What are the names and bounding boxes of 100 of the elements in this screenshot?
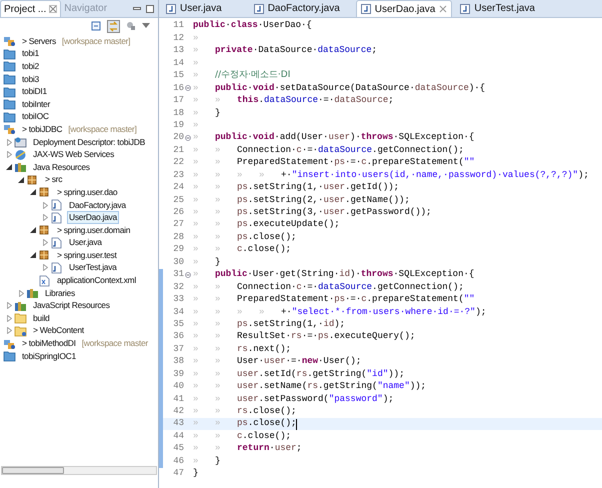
line-number: 22 — [172, 156, 184, 170]
collapsed-arrow-icon[interactable] — [6, 327, 12, 334]
tree-item[interactable]: tobiIOC — [20, 110, 51, 124]
close-icon[interactable] — [439, 5, 448, 13]
editor-tab[interactable]: UserTest.java — [456, 0, 539, 17]
tree-item[interactable]: JAX-WS Web Services — [31, 148, 116, 162]
folder-icon — [3, 86, 16, 98]
expanded-arrow-icon[interactable] — [18, 176, 24, 183]
books-icon — [14, 300, 27, 312]
folder-icon — [3, 48, 16, 60]
code-line: » » PreparedStatement·ps·=·c.prepareStatement("" — [193, 293, 475, 306]
link-editor-icon[interactable] — [107, 20, 120, 32]
tree-item[interactable]: > src — [43, 173, 64, 186]
tree-item[interactable]: DaoFactory.java — [67, 198, 128, 212]
code-line: » — [193, 118, 200, 132]
collapsed-arrow-icon[interactable] — [42, 264, 48, 272]
git-status: [workspace master] — [68, 124, 137, 135]
view-menu-icon[interactable] — [142, 23, 150, 29]
line-number: 18 — [172, 106, 184, 120]
collapsed-arrow-icon[interactable] — [42, 214, 48, 222]
code-line: » » rs.close(); — [193, 405, 296, 418]
tree-item[interactable]: Java Resources — [31, 160, 92, 174]
line-number: 41 — [172, 392, 184, 406]
fold-icon[interactable] — [185, 135, 191, 142]
line-number: 31 — [172, 268, 184, 282]
tree-item[interactable]: > tobiMethodDI — [20, 337, 78, 350]
tree-item[interactable]: tobiDI1 — [20, 85, 49, 98]
line-number: 40 — [172, 380, 184, 394]
folder-icon — [3, 73, 16, 86]
editor-tab[interactable]: DaoFactory.java — [250, 0, 352, 17]
descriptor-icon — [14, 136, 27, 148]
view-tab[interactable]: Project ... — [0, 0, 62, 17]
collapsed-arrow-icon[interactable] — [18, 290, 24, 297]
line-number: 38 — [172, 355, 184, 368]
code-line: » private·DataSource·dataSource; — [193, 44, 378, 58]
line-number: 36 — [172, 330, 184, 344]
tree-item[interactable]: tobi3 — [20, 72, 41, 86]
java-file-icon — [166, 4, 176, 14]
code-line: » » ResultSet·rs·=·ps.executeQuery(); — [193, 330, 416, 344]
horizontal-scrollbar[interactable] — [1, 466, 157, 475]
code-line: » » ps.setString(3,·user.getPassword()); — [193, 206, 432, 220]
line-number: 34 — [172, 306, 184, 319]
close-icon[interactable] — [49, 5, 58, 13]
tree-item[interactable]: > spring.user.domain — [55, 224, 132, 237]
collapse-all-icon[interactable] — [91, 21, 101, 31]
folder-icon — [3, 110, 16, 123]
line-number: 44 — [172, 430, 184, 443]
java-file-icon — [50, 262, 63, 274]
collapsed-arrow-icon[interactable] — [42, 202, 48, 209]
code-line: » public·void·add(User·user)·throws·SQLException·{ — [193, 131, 474, 144]
code-line: » » ps.setString(2,·user.getName()); — [193, 194, 410, 207]
tree-item[interactable]: > Servers — [20, 34, 58, 48]
collapsed-arrow-icon[interactable] — [6, 151, 12, 158]
tree-item[interactable]: tobi2 — [20, 60, 41, 73]
package-icon — [38, 249, 51, 262]
editor-tab[interactable]: UserDao.java — [356, 0, 452, 17]
code-line: » » c.close(); — [193, 430, 292, 443]
code-editor[interactable] — [159, 18, 602, 488]
folder-icon — [3, 98, 16, 110]
java-file-icon — [460, 4, 470, 14]
fold-icon[interactable] — [185, 272, 191, 278]
line-number: 25 — [172, 194, 184, 207]
expanded-arrow-icon[interactable] — [30, 189, 36, 196]
collapsed-arrow-icon[interactable] — [42, 239, 48, 246]
tree-item[interactable]: > tobiJDBC — [20, 122, 64, 136]
project-icon — [3, 338, 16, 350]
tree-item[interactable]: UserDao.java — [67, 211, 119, 224]
tree-item[interactable]: > spring.user.test — [55, 248, 119, 262]
line-number: 14 — [172, 56, 184, 70]
tree-item[interactable]: User.java — [67, 236, 104, 250]
code-line: » » » » +·"insert·into·users(id,·name,·password)·values(?,?,?)"); — [193, 168, 589, 182]
tree-item[interactable]: tobiSpringIOC1 — [20, 350, 78, 363]
line-number: 27 — [172, 218, 184, 232]
collapsed-arrow-icon[interactable] — [6, 314, 12, 322]
tree-item[interactable]: tobi1 — [20, 47, 41, 60]
expanded-arrow-icon[interactable] — [6, 164, 12, 170]
tree-item[interactable]: UserTest.java — [67, 261, 119, 274]
line-number: 46 — [172, 454, 184, 468]
tree-item[interactable]: > WebContent — [31, 324, 86, 338]
code-line: public·class·UserDao·{ — [193, 19, 312, 32]
tree-item[interactable]: > spring.user.dao — [55, 186, 120, 199]
maximize-icon[interactable] — [146, 4, 154, 12]
code-line: » » user.setName(rs.getString("name")); — [193, 380, 426, 394]
tree-item[interactable]: JavaScript Resources — [31, 299, 112, 312]
fold-icon[interactable] — [185, 85, 191, 92]
line-number: 45 — [172, 442, 184, 456]
collapsed-arrow-icon[interactable] — [6, 302, 12, 310]
code-line: » } — [193, 106, 220, 120]
tree-item[interactable]: Deployment Descriptor: tobiJDB — [31, 136, 147, 149]
editor-tab[interactable]: User.java — [162, 0, 246, 17]
code-line: » » ps.setString(1,·id); — [193, 318, 346, 331]
tree-item[interactable]: Libraries — [43, 286, 77, 300]
collapsed-arrow-icon[interactable] — [6, 138, 12, 146]
git-status: [workspace master — [82, 338, 148, 350]
line-number: 21 — [172, 144, 184, 157]
tree-item[interactable]: build — [31, 312, 52, 325]
expanded-arrow-icon[interactable] — [30, 227, 36, 234]
expanded-arrow-icon[interactable] — [30, 252, 36, 258]
tree-item[interactable]: tobiInter — [20, 98, 52, 111]
tree-item[interactable]: applicationContext.xml — [55, 274, 138, 288]
